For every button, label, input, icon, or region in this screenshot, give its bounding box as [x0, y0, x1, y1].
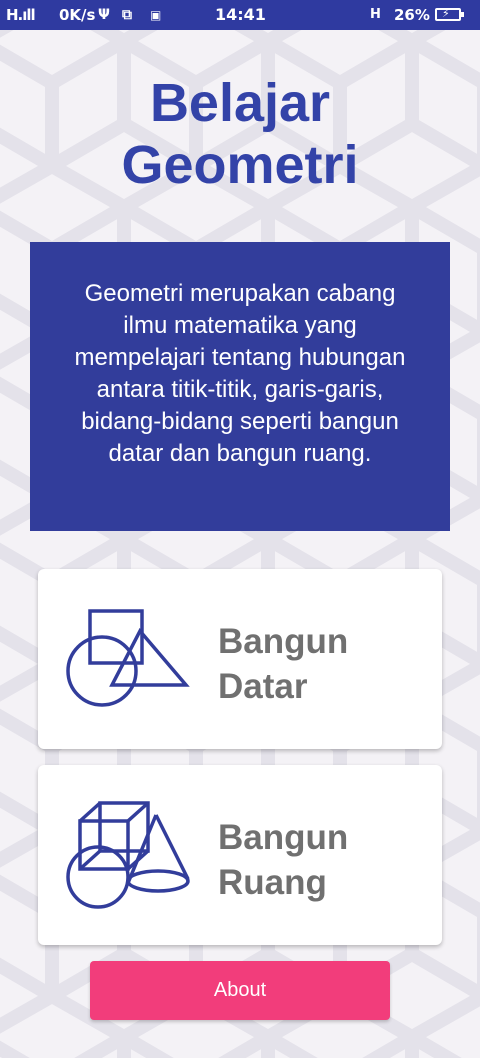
description-text: Geometri merupakan cabang ilmu matematik…: [74, 280, 406, 467]
bangun-datar-label: Bangun Datar: [218, 622, 349, 706]
storage-icon: ▣: [150, 8, 162, 22]
battery-percent: 26%: [394, 6, 430, 24]
clock: 14:41: [215, 5, 266, 24]
title-line-1: Belajar: [149, 73, 331, 133]
flat-shapes-icon: [66, 609, 190, 707]
bangun-datar-card[interactable]: Bangun Datar: [38, 569, 442, 749]
status-bar: H.ıll 0K/s Ψ ⧉ ▣ 14:41 H 26% ⚡: [0, 0, 480, 30]
page-title: Belajar Geometri: [0, 72, 480, 196]
usb-icon: Ψ: [98, 7, 110, 23]
solid-shapes-icon: [66, 801, 190, 909]
network-speed: 0K/s: [59, 6, 96, 24]
bangun-ruang-label: Bangun Ruang: [218, 818, 349, 902]
network-type: H: [370, 7, 381, 22]
signal-icon: H.ıll: [6, 6, 36, 24]
about-button[interactable]: About: [90, 961, 390, 1020]
title-line-2: Geometri: [121, 135, 359, 195]
battery-charging-icon: ⚡: [435, 7, 464, 21]
screenshot-icon: ⧉: [122, 7, 132, 23]
bangun-ruang-card[interactable]: Bangun Ruang: [38, 765, 442, 945]
description-box: Geometri merupakan cabang ilmu matematik…: [30, 242, 450, 531]
